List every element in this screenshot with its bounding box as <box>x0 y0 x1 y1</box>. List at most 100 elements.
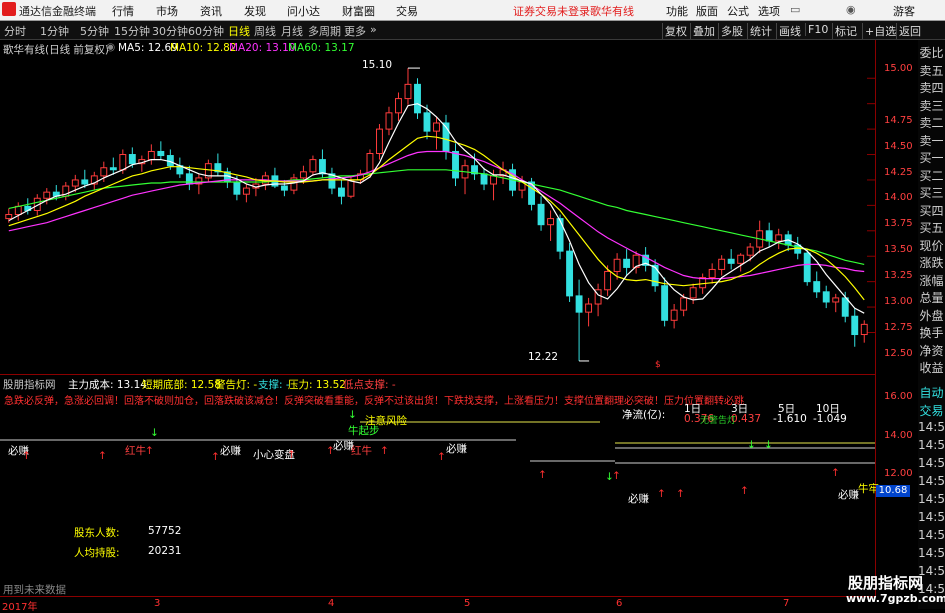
future-data-hint: 用到未来数据 <box>3 584 66 596</box>
candle <box>566 243 574 302</box>
menu-item-ask[interactable]: 问小达 <box>287 3 320 19</box>
candle <box>689 283 697 305</box>
candle-body <box>813 281 821 293</box>
period-tab-timeshare[interactable]: 分时 <box>4 23 26 39</box>
period-tab-monthly[interactable]: 月线 <box>281 23 303 39</box>
candle <box>547 210 555 241</box>
candle <box>537 196 545 231</box>
menu-item-bourse[interactable]: 市场 <box>156 3 178 19</box>
quote-field-label: 净资 <box>919 343 944 358</box>
period-tab-daily[interactable]: 日线 <box>228 23 250 39</box>
candle <box>803 249 811 286</box>
candle-body <box>566 250 574 297</box>
short-bottom-label: 短期底部: 12.58 <box>142 379 221 391</box>
menu-item-formula[interactable]: 公式 <box>727 3 749 19</box>
menu-item-trade[interactable]: 交易 <box>396 3 418 19</box>
period-tab-1min[interactable]: 1分钟 <box>40 23 69 39</box>
f10-button[interactable]: F10 <box>805 23 830 36</box>
ma5-label: MA5: 12.69 <box>118 42 178 54</box>
buy-arrow-icon: ↑ <box>538 469 547 481</box>
price-tick: 12.50 <box>884 348 913 359</box>
candle-body <box>765 230 773 242</box>
menu-item-news[interactable]: 资讯 <box>200 3 222 19</box>
minimize-icon[interactable]: ▭ <box>790 3 800 16</box>
menu-item-wealth[interactable]: 财富圈 <box>342 3 375 19</box>
price-tick: 14.25 <box>884 167 913 178</box>
indicator-panel[interactable]: 股朋指标网 主力成本: 13.14 短期底部: 12.58 警告灯: - 支撑:… <box>0 374 879 597</box>
tick-time-label: 14:5 <box>918 510 945 524</box>
period-tab-weekly[interactable]: 周线 <box>254 23 276 39</box>
net-flow-label: 净流(亿): <box>622 409 666 421</box>
buy-arrow-icon: ↑ <box>676 488 685 500</box>
period-tab-15min[interactable]: 15分钟 <box>114 23 150 39</box>
watermark-cn: 股朋指标网 <box>848 574 924 592</box>
period-tab-multi[interactable]: 多周期 <box>308 23 341 39</box>
menu-item-function[interactable]: 功能 <box>666 3 688 19</box>
mark-button[interactable]: 标记 <box>832 23 859 39</box>
candle <box>404 68 412 105</box>
more-chevron-icon[interactable]: » <box>370 23 377 36</box>
sell-arrow-icon: ↓ <box>605 471 614 483</box>
multi-stock-button[interactable]: 多股 <box>718 23 745 39</box>
candle <box>813 271 821 298</box>
add-watchlist-button[interactable]: +自选 <box>862 23 898 39</box>
candle <box>480 167 488 191</box>
auto-trade-label[interactable]: 交易 <box>918 402 945 419</box>
buy-arrow-icon: ↑ <box>831 467 840 479</box>
support-label: 支撑: - <box>258 379 290 391</box>
date-tick: 6 <box>616 598 623 609</box>
user-icon[interactable]: ◉ <box>846 3 856 16</box>
candle <box>176 157 184 178</box>
quote-side-panel[interactable]: 委比 卖五 卖四 卖三 卖二 卖一 买一 买二 买三 买四 买五 现价 涨跌 涨幅 总量 外盘 换手 净资 收益 自动… <box>918 40 945 609</box>
candle <box>204 159 212 182</box>
quote-field-label: 委比 <box>919 46 944 60</box>
menu-item-options[interactable]: 选项 <box>758 3 780 19</box>
candle-body <box>613 258 621 272</box>
period-tab-5min[interactable]: 5分钟 <box>80 23 109 39</box>
candle-body <box>841 297 849 317</box>
app-title: 通达信金融终端 <box>19 5 96 18</box>
overlay-button[interactable]: 叠加 <box>690 23 717 39</box>
period-tab-30min[interactable]: 30分钟 <box>152 23 188 39</box>
quote-field-label: 卖四 <box>919 81 944 95</box>
candle <box>347 175 355 199</box>
candle-body <box>860 323 868 336</box>
candle-body <box>746 246 754 256</box>
candle-body <box>708 268 716 279</box>
candle-body <box>233 181 241 195</box>
candle-body <box>43 191 51 199</box>
candle-body <box>280 185 288 191</box>
menu-bar: 通达信金融终端 行情 市场 资讯 发现 问小达 财富圈 交易 证券交易未登录 歌… <box>0 0 945 21</box>
candle-body <box>452 150 459 179</box>
price-tick: 13.50 <box>884 244 913 255</box>
candle-body <box>727 258 735 264</box>
menu-item-layout[interactable]: 版面 <box>696 3 718 19</box>
statistics-button[interactable]: 统计 <box>747 23 774 39</box>
price-tick: 14.50 <box>884 141 913 152</box>
stock-name-tag: 歌华有线 <box>590 5 634 18</box>
tick-time-label: 14:5 <box>918 528 945 542</box>
sell-arrow-icon: ↓ <box>764 439 773 451</box>
candle <box>290 173 298 195</box>
ma10-label: MA10: 12.82 <box>170 42 237 54</box>
candle <box>651 259 659 292</box>
info-toggle-icon[interactable]: ◉ <box>106 41 115 53</box>
draw-line-button[interactable]: 画线 <box>776 23 803 39</box>
indicator-name[interactable]: 股朋指标网 <box>3 377 56 392</box>
guest-user[interactable]: 游客 <box>893 3 915 19</box>
period-tab-60min[interactable]: 60分钟 <box>188 23 224 39</box>
kline-chart[interactable]: 15.10 12.22 $ <box>0 57 875 373</box>
trade-login-warning[interactable]: 证券交易未登录 <box>513 3 590 19</box>
adjust-button[interactable]: 复权 <box>662 23 689 39</box>
menu-item-discover[interactable]: 发现 <box>244 3 266 19</box>
quote-field-label: 买四 <box>919 203 944 218</box>
indicator-tick: 14.00 <box>884 430 913 441</box>
menu-item-market[interactable]: 行情 <box>112 3 134 19</box>
candle-body <box>81 179 89 185</box>
period-tab-more[interactable]: 更多 <box>344 23 366 39</box>
auto-trade-label[interactable]: 自动 <box>918 384 945 401</box>
back-button[interactable]: 返回 <box>896 23 923 39</box>
candle <box>737 253 745 272</box>
tick-time-label: 14:5 <box>918 546 945 560</box>
quote-field-label: 涨幅 <box>919 273 944 288</box>
